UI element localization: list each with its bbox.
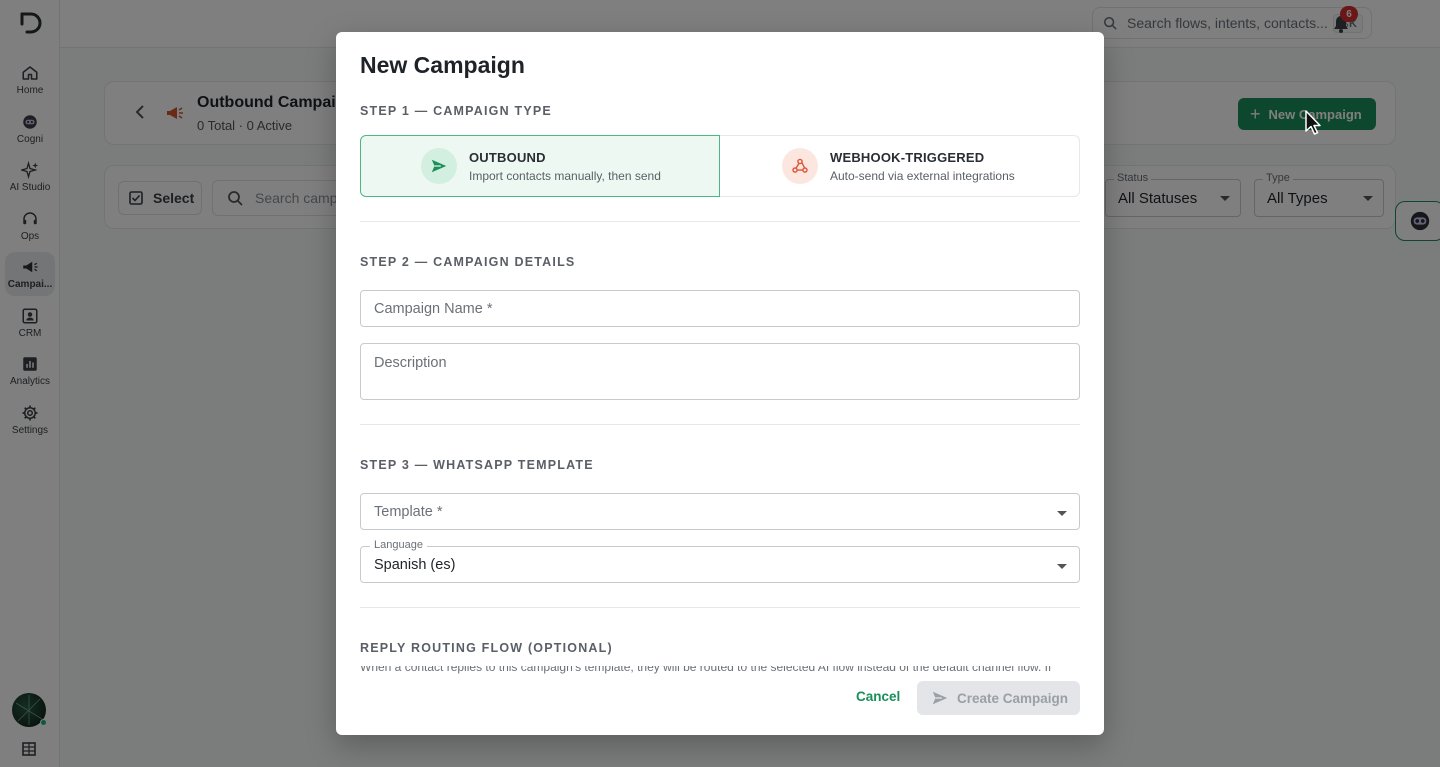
template-select[interactable]: Template * [360, 493, 1080, 530]
chevron-down-icon [1057, 564, 1067, 569]
create-campaign-button[interactable]: Create Campaign [917, 681, 1080, 715]
send-icon [932, 691, 948, 705]
language-select[interactable]: Language Spanish (es) [360, 539, 1080, 583]
divider [360, 424, 1080, 425]
new-campaign-dialog: New Campaign STEP 1 — CAMPAIGN TYPE OUTB… [336, 32, 1104, 735]
type-option-title: OUTBOUND [469, 149, 546, 165]
type-option-desc: Import contacts manually, then send [469, 168, 661, 183]
description-field[interactable]: Description [360, 343, 1080, 400]
step3-heading: STEP 3 — WHATSAPP TEMPLATE [360, 458, 594, 472]
divider [360, 607, 1080, 608]
routing-description: When a contact replies to this campaign'… [360, 666, 1080, 674]
campaign-type-selector: OUTBOUND Import contacts manually, then … [360, 135, 1080, 197]
send-icon [421, 148, 457, 184]
template-placeholder: Template * [374, 503, 443, 520]
type-option-webhook[interactable]: WEBHOOK-TRIGGERED Auto-send via external… [720, 135, 1080, 197]
divider [360, 221, 1080, 222]
campaign-name-field[interactable]: Campaign Name * [360, 290, 1080, 327]
create-campaign-label: Create Campaign [957, 690, 1069, 706]
description-placeholder: Description [374, 355, 447, 371]
type-option-outbound[interactable]: OUTBOUND Import contacts manually, then … [360, 135, 720, 197]
mouse-cursor-icon [1305, 110, 1321, 135]
step1-heading: STEP 1 — CAMPAIGN TYPE [360, 104, 552, 118]
dialog-title: New Campaign [360, 52, 525, 78]
routing-heading: REPLY ROUTING FLOW (OPTIONAL) [360, 641, 613, 655]
campaign-name-placeholder: Campaign Name * [374, 300, 493, 317]
chevron-down-icon [1057, 511, 1067, 516]
language-value: Spanish (es) [374, 556, 456, 573]
language-label: Language [370, 539, 427, 551]
cancel-button[interactable]: Cancel [856, 689, 900, 704]
step2-heading: STEP 2 — CAMPAIGN DETAILS [360, 255, 576, 269]
type-option-title: WEBHOOK-TRIGGERED [830, 149, 985, 165]
webhook-icon [782, 148, 818, 184]
routing-description-text: When a contact replies to this campaign'… [360, 666, 1052, 674]
type-option-desc: Auto-send via external integrations [830, 168, 1015, 183]
